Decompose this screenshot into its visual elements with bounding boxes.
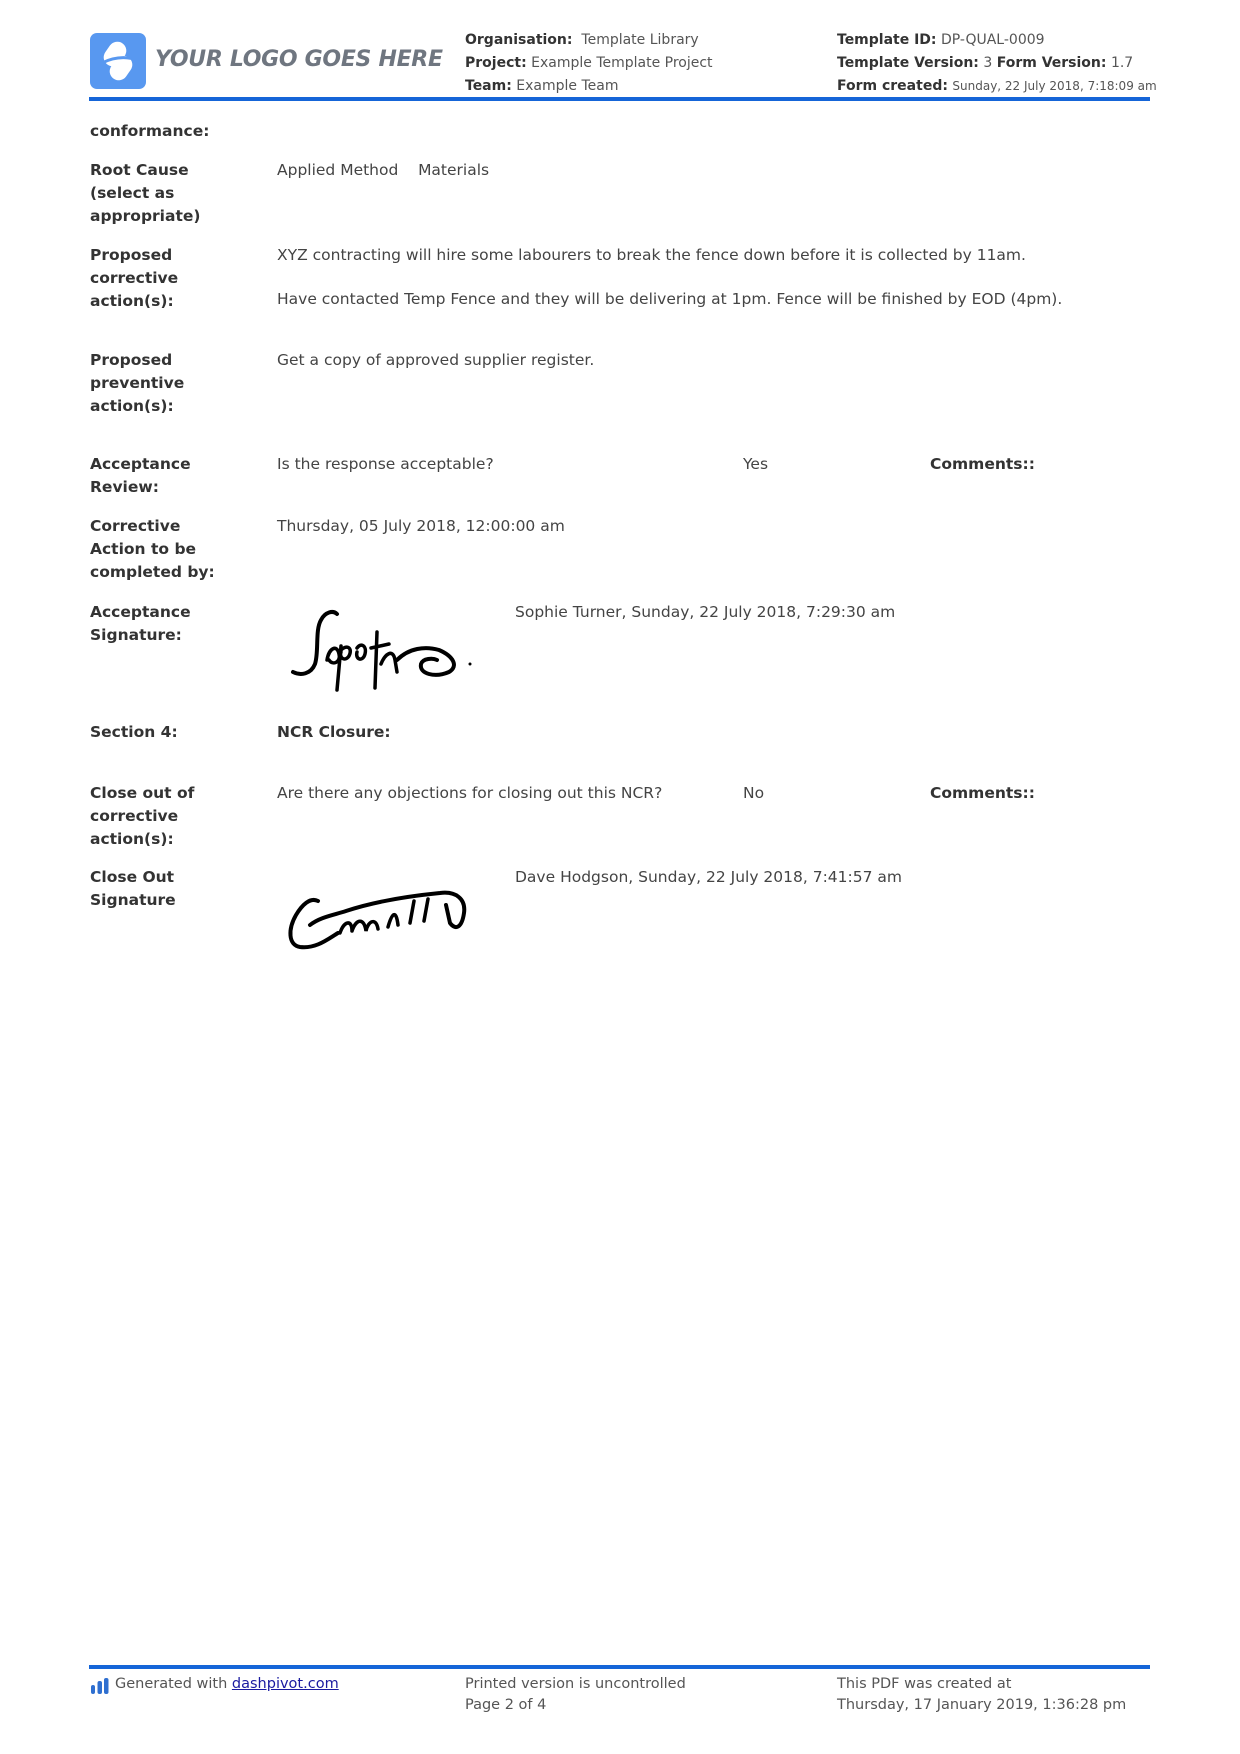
root-cause-option: Materials: [418, 161, 490, 179]
organisation-value: Template Library: [581, 32, 699, 48]
project-value: Example Template Project: [531, 55, 713, 71]
template-id-field: Template ID: DP-QUAL-0009: [837, 29, 1045, 52]
label-line: Corrective: [90, 517, 181, 535]
team-field: Team: Example Team: [465, 75, 618, 98]
label-line: Signature: [90, 891, 176, 909]
template-version-value: 3: [983, 55, 993, 71]
conformance-label: conformance:: [90, 122, 210, 140]
version-field: Template Version: 3 Form Version: 1.7: [837, 52, 1133, 75]
logo-icon: [90, 33, 146, 89]
preventive-action-label: Proposed preventive action(s):: [90, 349, 265, 418]
label-line: Acceptance: [90, 603, 191, 621]
dashpivot-icon: [91, 1678, 109, 1694]
logo-text: YOUR LOGO GOES HERE: [155, 47, 443, 72]
label-line: appropriate): [90, 207, 201, 225]
generated-prefix: Generated with: [115, 1676, 232, 1692]
acceptance-question: Is the response acceptable?: [277, 455, 494, 473]
footer-divider: [89, 1665, 1150, 1669]
form-created-label: Form created:: [837, 78, 948, 94]
label-line: (select as: [90, 184, 175, 202]
acceptance-signed-by: Sophie Turner, Sunday, 22 July 2018, 7:2…: [515, 603, 896, 621]
acceptance-comments-label: Comments::: [930, 455, 1035, 473]
logo-mark-icon: [101, 41, 135, 81]
header-divider: [89, 97, 1150, 101]
label-line: corrective: [90, 269, 179, 287]
form-version-label: Form Version:: [996, 55, 1107, 71]
close-out-signature-label: Close Out Signature: [90, 866, 265, 912]
team-label: Team:: [465, 78, 512, 94]
form-version-value: 1.7: [1110, 55, 1134, 71]
section-title: NCR Closure:: [277, 723, 391, 741]
project-label: Project:: [465, 55, 527, 71]
label-line: Root Cause: [90, 161, 189, 179]
corrective-action-label: Proposed corrective action(s):: [90, 244, 265, 313]
label-line: Proposed: [90, 351, 173, 369]
organisation-field: Organisation: Template Library: [465, 29, 699, 52]
close-out-label: Close out of corrective action(s):: [90, 782, 265, 851]
acceptance-answer: Yes: [743, 455, 769, 473]
dashpivot-link[interactable]: dashpivot.com: [232, 1676, 339, 1692]
label-line: Proposed: [90, 246, 173, 264]
completion-label: Corrective Action to be completed by:: [90, 515, 265, 584]
organisation-label: Organisation:: [465, 32, 573, 48]
label-line: Close Out: [90, 868, 175, 886]
pdf-created-value: Thursday, 17 January 2019, 1:36:28 pm: [837, 1697, 1127, 1713]
preventive-action-value: Get a copy of approved supplier register…: [277, 351, 595, 369]
label-line: action(s):: [90, 830, 174, 848]
page-number: Page 2 of 4: [465, 1697, 547, 1713]
label-line: Acceptance: [90, 455, 191, 473]
root-cause-option: Applied Method: [277, 161, 399, 179]
uncontrolled-note: Printed version is uncontrolled: [465, 1676, 686, 1692]
label-line: action(s):: [90, 292, 174, 310]
corrective-action-paragraph: Have contacted Temp Fence and they will …: [277, 290, 1063, 308]
generated-with: Generated with dashpivot.com: [115, 1674, 339, 1695]
close-out-comments-label: Comments::: [930, 784, 1035, 802]
label-line: completed by:: [90, 563, 215, 581]
close-out-question: Are there any objections for closing out…: [277, 784, 663, 802]
root-cause-label: Root Cause (select as appropriate): [90, 159, 265, 228]
root-cause-values: Applied Method Materials: [277, 159, 489, 182]
section-number: Section 4:: [90, 723, 178, 741]
label-line: Review:: [90, 478, 159, 496]
pdf-created-label: This PDF was created at: [837, 1676, 1012, 1692]
acceptance-review-label: Acceptance Review:: [90, 453, 265, 499]
team-value: Example Team: [516, 78, 619, 94]
form-created-value: Sunday, 22 July 2018, 7:18:09 am: [952, 79, 1157, 93]
close-out-answer: No: [743, 784, 765, 802]
corrective-action-paragraph: XYZ contracting will hire some labourers…: [277, 246, 1026, 264]
label-line: corrective: [90, 807, 179, 825]
completion-date: Thursday, 05 July 2018, 12:00:00 am: [277, 517, 565, 535]
label-line: Signature:: [90, 626, 182, 644]
acceptance-signature-image: [291, 610, 472, 692]
template-version-label: Template Version:: [837, 55, 979, 71]
label-line: Close out of: [90, 784, 195, 802]
form-created-field: Form created: Sunday, 22 July 2018, 7:18…: [837, 75, 1157, 98]
template-id-value: DP-QUAL-0009: [940, 32, 1045, 48]
label-line: action(s):: [90, 397, 174, 415]
project-field: Project: Example Template Project: [465, 52, 713, 75]
close-out-signature-image: [288, 890, 467, 950]
label-line: Action to be: [90, 540, 197, 558]
acceptance-signature-label: Acceptance Signature:: [90, 601, 265, 647]
template-id-label: Template ID:: [837, 32, 937, 48]
label-line: preventive: [90, 374, 185, 392]
close-out-signed-by: Dave Hodgson, Sunday, 22 July 2018, 7:41…: [515, 868, 903, 886]
